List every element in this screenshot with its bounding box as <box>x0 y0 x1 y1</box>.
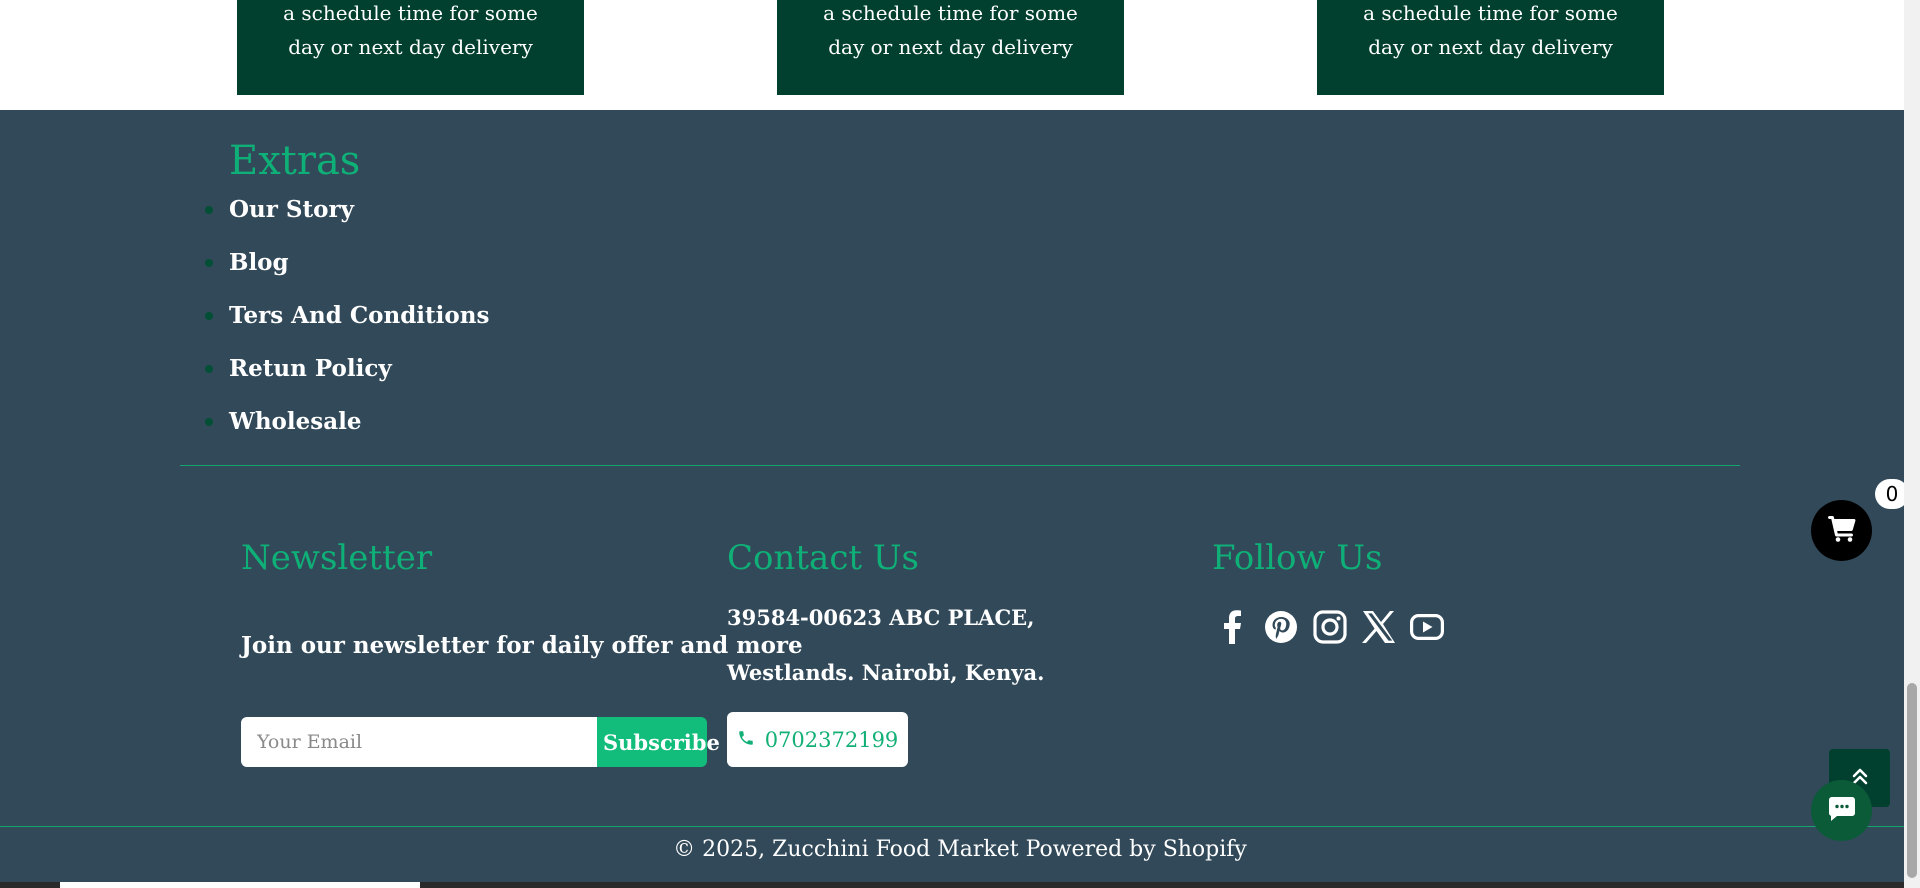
extras-link-blog[interactable]: Blog <box>205 248 489 301</box>
list-bullet <box>205 206 213 214</box>
contact-heading: Contact Us <box>727 538 919 578</box>
address-line: Westlands. Nairobi, Kenya. <box>727 660 1045 685</box>
chat-icon <box>1828 796 1855 825</box>
list-bullet <box>205 418 213 426</box>
link-label: Blog <box>229 249 289 276</box>
facebook-icon[interactable] <box>1213 608 1251 646</box>
copyright-text: © 2025, Zucchini Food Market Powered by … <box>673 837 1247 862</box>
follow-heading: Follow Us <box>1212 538 1383 578</box>
site-footer: Extras Our Story Blog Ters And Condition… <box>0 110 1920 888</box>
address-line: 39584-00623 ABC PLACE, <box>727 605 1035 630</box>
feature-text: a schedule time for some <box>1363 1 1618 25</box>
link-label: Our Story <box>229 196 354 223</box>
feature-card: a schedule time for some day or next day… <box>777 0 1124 95</box>
feature-text: a schedule time for some <box>823 1 1078 25</box>
list-bullet <box>205 365 213 373</box>
link-label: Ters And Conditions <box>229 302 490 329</box>
extras-links: Our Story Blog Ters And Conditions Retun… <box>205 195 490 460</box>
link-label: Retun Policy <box>229 355 392 382</box>
list-bullet <box>205 312 213 320</box>
feature-card: a schedule time for some day or next day… <box>1317 0 1664 95</box>
scrollbar-thumb[interactable] <box>1907 683 1917 878</box>
footer-divider <box>180 465 1740 466</box>
extras-heading: Extras <box>229 138 361 184</box>
feature-text: day or next day delivery <box>288 35 533 59</box>
link-label: Wholesale <box>229 408 362 435</box>
youtube-icon[interactable] <box>1408 608 1446 646</box>
newsletter-heading: Newsletter <box>241 538 433 578</box>
extras-link-return-policy[interactable]: Retun Policy <box>205 354 489 407</box>
instagram-icon[interactable] <box>1311 608 1349 646</box>
cart-icon <box>1827 515 1856 546</box>
email-input[interactable] <box>241 717 597 767</box>
phone-button[interactable]: 0702372199 <box>727 712 908 767</box>
extras-link-our-story[interactable]: Our Story <box>205 195 489 248</box>
x-icon[interactable] <box>1360 608 1398 646</box>
chat-button[interactable] <box>1811 780 1872 841</box>
subscribe-button[interactable]: Subscribe <box>597 717 720 767</box>
extras-link-terms[interactable]: Ters And Conditions <box>205 301 490 354</box>
extras-link-wholesale[interactable]: Wholesale <box>205 407 489 460</box>
pinterest-icon[interactable] <box>1262 608 1300 646</box>
cart-button[interactable] <box>1811 500 1872 561</box>
phone-number: 0702372199 <box>764 727 899 752</box>
footer-divider <box>0 826 1920 827</box>
delivery-features: a schedule time for some day or next day… <box>0 0 1920 110</box>
newsletter-description: Join our newsletter for daily offer and … <box>241 632 803 659</box>
feature-text: day or next day delivery <box>1368 35 1613 59</box>
feature-card: a schedule time for some day or next day… <box>237 0 584 95</box>
bottom-strip-highlight <box>60 882 420 888</box>
phone-icon <box>737 728 755 752</box>
feature-text: a schedule time for some <box>283 1 538 25</box>
feature-text: day or next day delivery <box>828 35 1073 59</box>
list-bullet <box>205 259 213 267</box>
